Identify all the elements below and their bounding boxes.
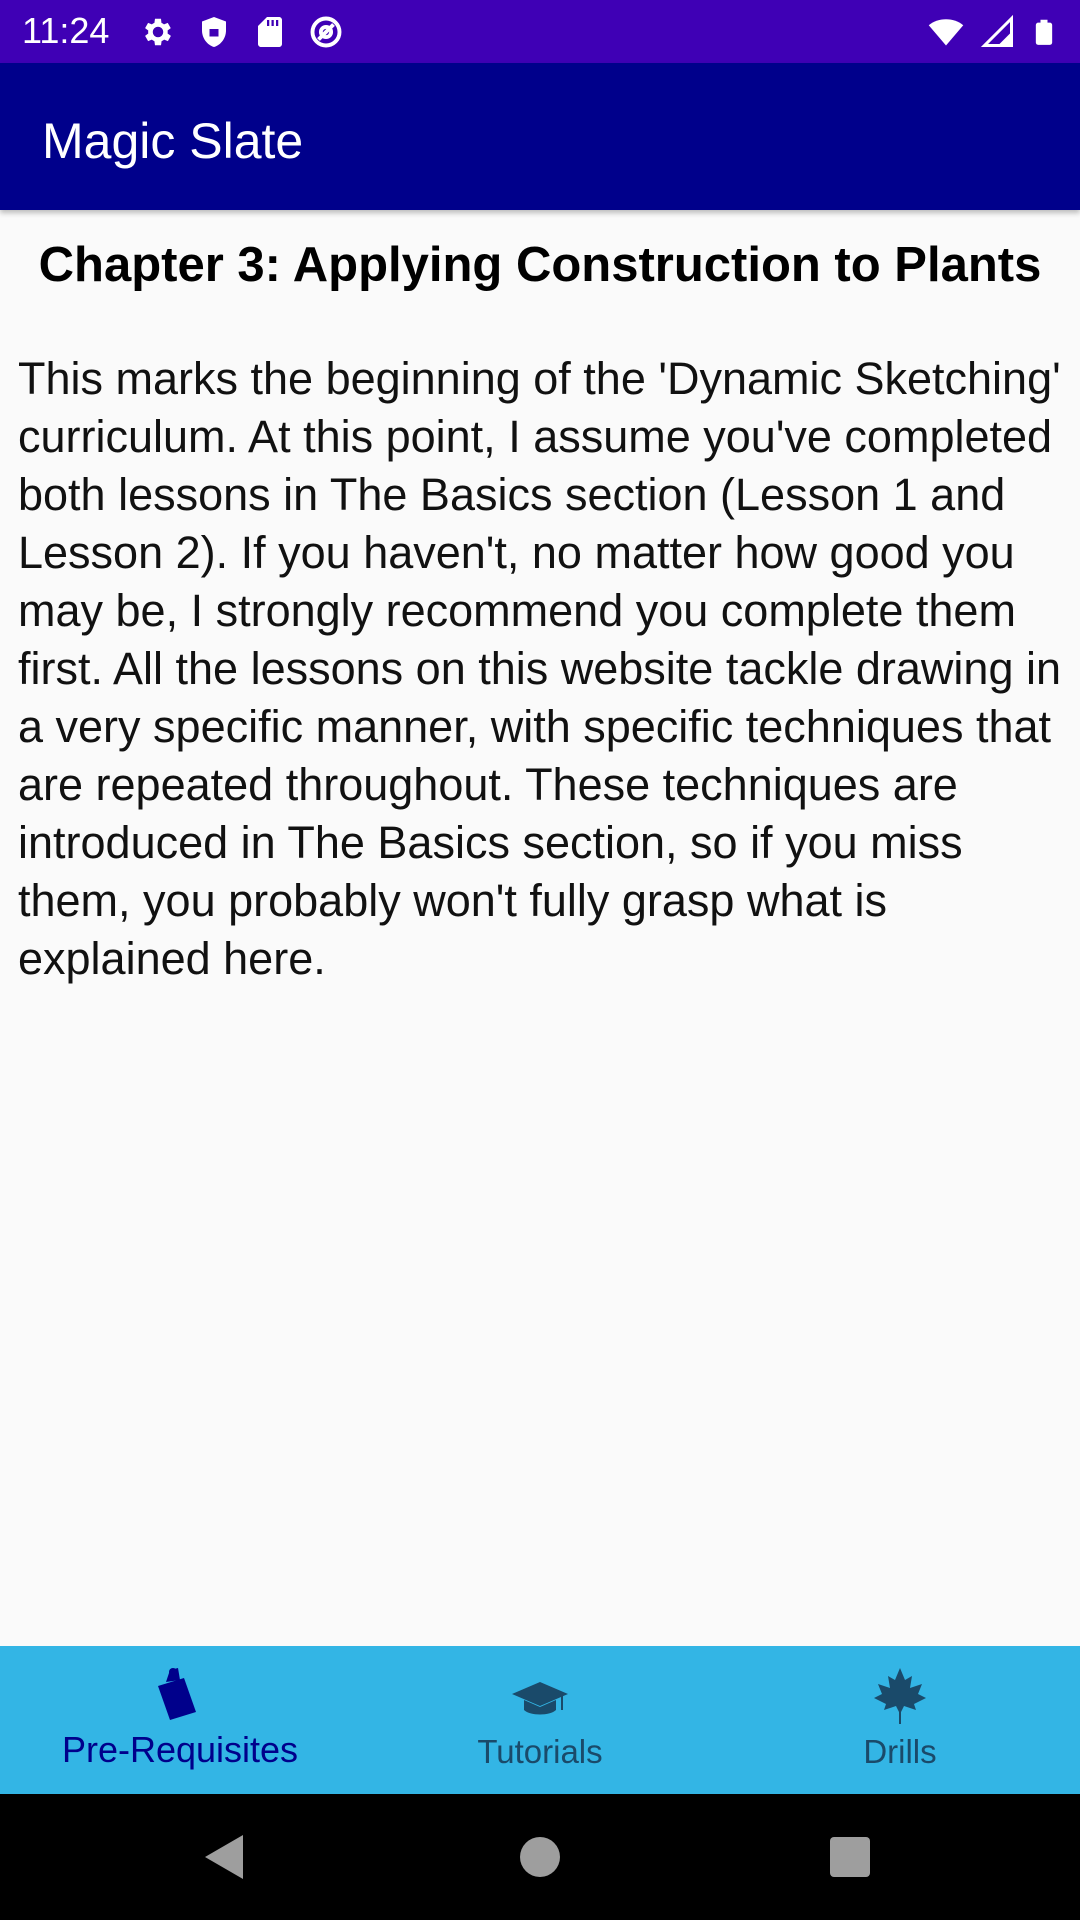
shield-icon (202, 17, 226, 47)
nav-item-drills[interactable]: Drills (720, 1646, 1080, 1794)
at-sign-icon (310, 16, 342, 48)
nav-label-pre-requisites: Pre-Requisites (61, 1729, 299, 1770)
graduation-cap-icon (512, 1682, 568, 1715)
home-icon[interactable] (510, 1827, 570, 1887)
app-bar: Magic Slate (0, 63, 1080, 210)
nav-label-drills: Drills (863, 1733, 937, 1770)
battery-icon (1035, 19, 1053, 45)
status-bar: 11:24 (0, 0, 1080, 63)
maple-leaf-icon (874, 1668, 926, 1724)
notification-icons (140, 14, 344, 50)
chapter-content[interactable]: Chapter 3: Applying Construction to Plan… (0, 210, 1080, 1646)
recents-icon[interactable] (820, 1827, 880, 1887)
clipboard-icon (158, 1668, 196, 1720)
system-navigation-bar (0, 1794, 1080, 1920)
status-time: 11:24 (22, 10, 110, 51)
chapter-body-text: This marks the beginning of the 'Dynamic… (18, 353, 1061, 984)
system-status-icons (926, 14, 1058, 50)
back-icon[interactable] (195, 1827, 255, 1887)
nav-item-tutorials[interactable]: Tutorials (360, 1646, 720, 1794)
bottom-navigation: Pre-Requisites Tutorials Drills (0, 1646, 1080, 1794)
gear-icon (145, 18, 171, 46)
wifi-icon (928, 19, 964, 46)
signal-icon (980, 14, 1013, 47)
sd-card-icon (258, 17, 282, 47)
chapter-title: Chapter 3: Applying Construction to Plan… (38, 238, 1042, 292)
nav-item-pre-requisites[interactable]: Pre-Requisites (0, 1646, 360, 1794)
nav-label-tutorials: Tutorials (477, 1733, 603, 1770)
app-title: Magic Slate (42, 113, 304, 169)
